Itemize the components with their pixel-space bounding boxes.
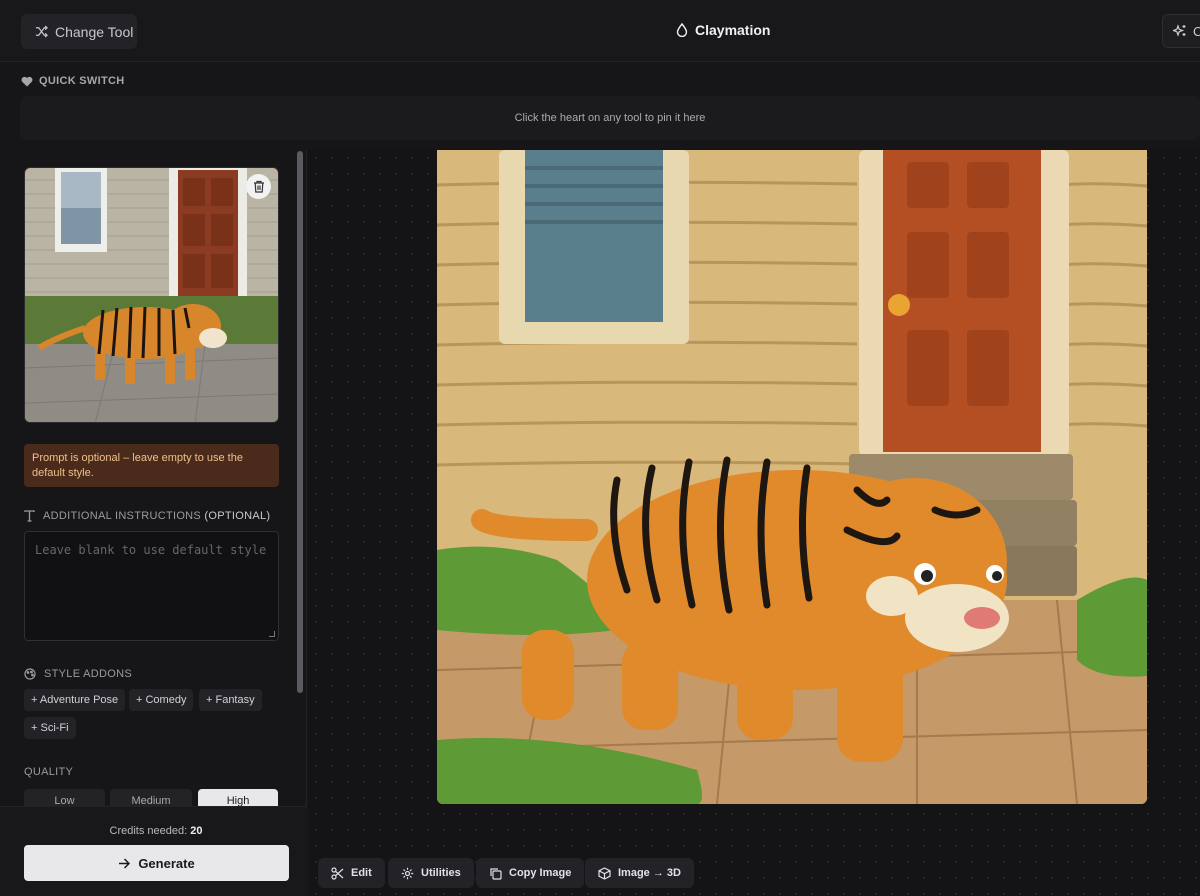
utilities-button[interactable]: Utilities [388, 858, 474, 888]
top-bar [0, 0, 1200, 62]
style-addons-label: STYLE ADDONS [24, 668, 132, 680]
addon-adventure-pose[interactable]: + Adventure Pose [24, 689, 126, 711]
panel-scrollbar[interactable] [297, 151, 303, 693]
instructions-label-text: ADDITIONAL INSTRUCTIONS [43, 510, 202, 522]
addon-fantasy[interactable]: + Fantasy [199, 689, 262, 711]
gear-icon [401, 867, 414, 879]
heart-icon [21, 76, 33, 86]
instructions-placeholder: Leave blank to use default style [35, 543, 267, 557]
image-to-3d-label: Image → 3D [618, 867, 681, 879]
copy-icon [490, 867, 502, 880]
delete-image-button[interactable] [246, 174, 271, 199]
shuffle-icon [35, 25, 48, 38]
utilities-label: Utilities [421, 867, 461, 879]
quality-high-button[interactable]: High [198, 789, 278, 806]
copy-image-button[interactable]: Copy Image [476, 858, 585, 888]
credits-needed: Credits needed: 20 [0, 825, 312, 837]
generate-button[interactable]: Generate [24, 845, 289, 881]
credits-value: 20 [190, 825, 203, 837]
quick-switch-label: QUICK SWITCH [21, 75, 124, 87]
palette-icon [24, 668, 36, 680]
quality-low-button[interactable]: Low [24, 789, 105, 806]
change-tool-button[interactable]: Change Tool [21, 14, 137, 49]
scissors-icon [331, 866, 344, 880]
image-to-3d-button[interactable]: Image → 3D [585, 858, 694, 888]
result-image [437, 150, 1147, 804]
sparkle-button[interactable]: C [1162, 14, 1200, 48]
instructions-textarea[interactable]: Leave blank to use default style [24, 531, 279, 641]
edit-button[interactable]: Edit [318, 858, 385, 888]
change-tool-label: Change Tool [55, 23, 134, 40]
quality-label: QUALITY [24, 766, 73, 778]
instructions-optional: (OPTIONAL) [204, 510, 271, 522]
quality-medium-button[interactable]: Medium [110, 789, 192, 806]
textarea-resize-handle[interactable] [269, 631, 275, 637]
quick-switch-empty-text: Click the heart on any tool to pin it he… [514, 112, 706, 124]
tool-title: Claymation [695, 22, 771, 38]
arrow-right-icon [119, 857, 131, 869]
input-photo [25, 168, 278, 422]
quality-label-text: QUALITY [24, 766, 74, 778]
copy-image-label: Copy Image [509, 867, 572, 879]
instructions-label: ADDITIONAL INSTRUCTIONS (OPTIONAL) [24, 510, 270, 522]
page-title: Claymation [676, 22, 770, 38]
claymation-tiger-image [437, 150, 1147, 804]
generate-label: Generate [138, 855, 195, 871]
prompt-optional-notice: Prompt is optional – leave empty to use … [24, 444, 279, 487]
quick-switch-bar: Click the heart on any tool to pin it he… [20, 96, 1200, 140]
credits-prefix: Credits needed: [109, 825, 188, 837]
text-icon [24, 510, 35, 522]
edit-label: Edit [351, 867, 372, 879]
cube-icon [598, 866, 611, 880]
sparkle-button-label: C [1193, 23, 1200, 39]
trash-icon [253, 180, 264, 193]
style-addons-text: STYLE ADDONS [44, 668, 132, 680]
droplet-icon [676, 23, 688, 37]
sparkles-icon [1173, 24, 1186, 37]
addon-comedy[interactable]: + Comedy [129, 689, 194, 711]
input-image-thumbnail [24, 167, 279, 423]
quick-switch-title: QUICK SWITCH [39, 75, 125, 87]
addon-sci-fi[interactable]: + Sci-Fi [24, 717, 76, 739]
